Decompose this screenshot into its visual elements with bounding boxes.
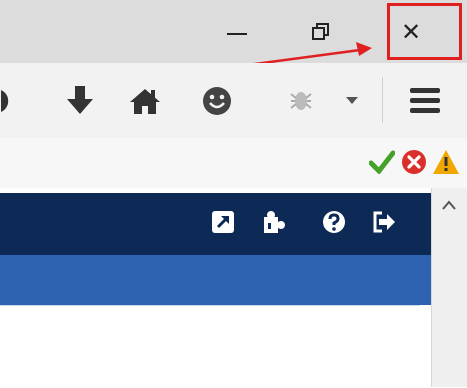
warning-icon bbox=[433, 150, 459, 174]
external-link-icon bbox=[212, 211, 234, 233]
error-status[interactable] bbox=[400, 148, 428, 176]
hamburger-menu-button[interactable] bbox=[400, 83, 450, 119]
home-button[interactable] bbox=[125, 83, 165, 119]
smiley-icon bbox=[203, 87, 231, 115]
scroll-up-button[interactable] bbox=[431, 190, 467, 220]
bug-button[interactable] bbox=[276, 83, 326, 119]
puzzle-icon bbox=[264, 211, 285, 233]
hamburger-menu-icon bbox=[410, 88, 440, 113]
bug-dropdown-button[interactable] bbox=[337, 83, 367, 119]
extensions-button[interactable] bbox=[260, 207, 290, 237]
check-icon bbox=[369, 150, 395, 174]
toolbar-separator bbox=[382, 77, 383, 123]
status-bar bbox=[0, 138, 467, 188]
app-subheader bbox=[0, 255, 431, 305]
sign-out-button[interactable] bbox=[369, 207, 399, 237]
content-panel bbox=[0, 305, 420, 388]
error-icon bbox=[402, 150, 426, 174]
browser-toolbar bbox=[0, 63, 467, 138]
partial-toolbar-icon[interactable] bbox=[0, 83, 24, 119]
dropdown-arrow-icon bbox=[346, 97, 358, 104]
download-button[interactable] bbox=[60, 83, 100, 119]
check-status[interactable] bbox=[368, 148, 396, 176]
chevron-up-icon bbox=[442, 200, 456, 210]
external-link-button[interactable] bbox=[208, 207, 238, 237]
app-header bbox=[0, 193, 431, 255]
smiley-button[interactable] bbox=[197, 83, 237, 119]
sign-out-icon bbox=[373, 211, 395, 233]
home-icon bbox=[130, 89, 160, 114]
help-button[interactable] bbox=[319, 207, 349, 237]
help-icon bbox=[323, 211, 345, 233]
download-icon bbox=[67, 86, 93, 114]
bug-icon bbox=[290, 92, 312, 110]
partial-icon bbox=[1, 90, 9, 112]
warning-status[interactable] bbox=[432, 148, 460, 176]
